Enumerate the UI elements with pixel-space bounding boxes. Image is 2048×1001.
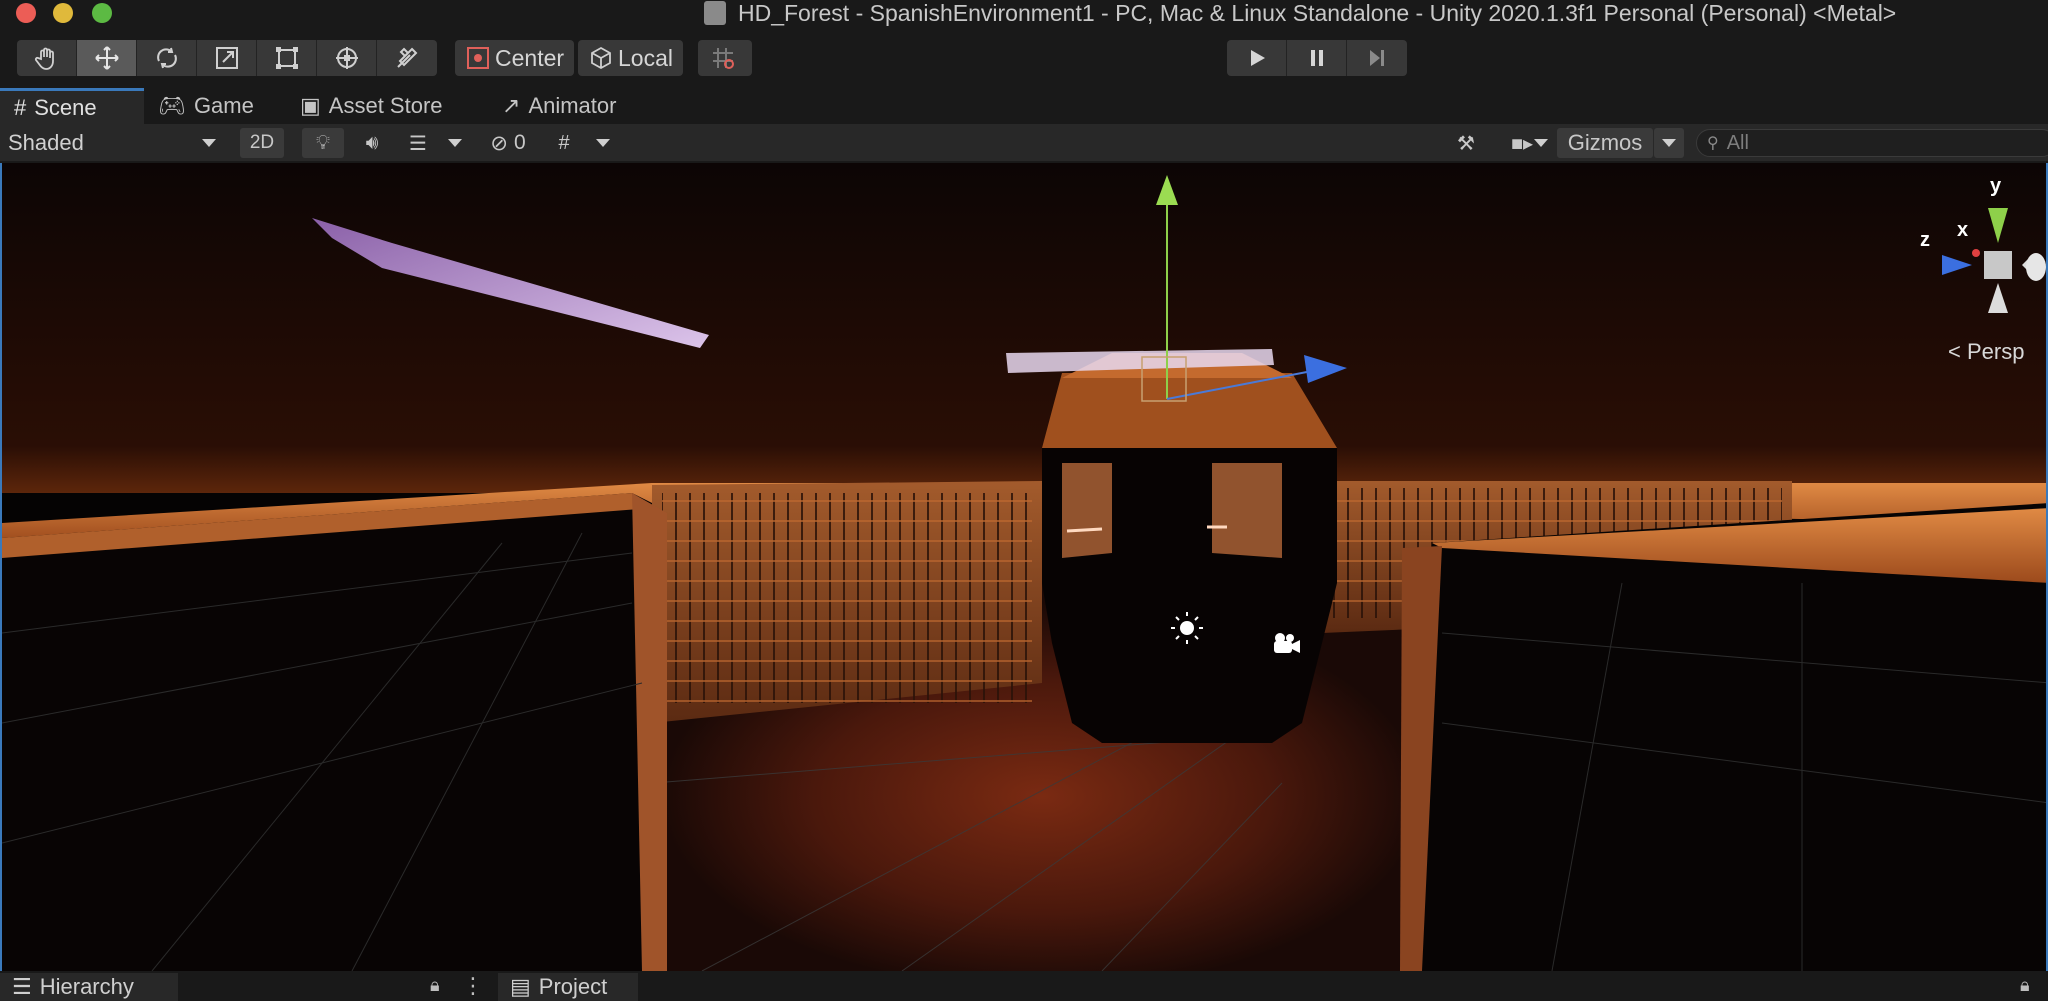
projection-toggle[interactable]: < Persp [1948,339,2024,365]
axis-z-label: z [1920,229,1930,251]
speaker-icon: 🔊︎ [365,131,379,154]
lighting-toggle[interactable]: 💡︎ [302,128,344,158]
scene-toolbar: Shaded 2D 💡︎ 🔊︎ ☰ ⊘ 0 # ⚒ ■▸ Gizmos ⚲ Al… [0,124,2048,162]
view-tabbar: # Scene 🎮︎ Game ▣ Asset Store ↗ Animator [0,88,2048,124]
projection-label: Persp [1966,339,2025,364]
tab-animator[interactable]: ↗ Animator [502,88,616,124]
gizmos-dropdown[interactable] [1654,128,1684,158]
animator-icon: ↗ [502,93,521,118]
gizmos-button[interactable]: Gizmos [1557,128,1653,158]
pivot-label: Center [495,44,565,71]
camera-settings-button[interactable]: ■▸ [1494,128,1550,158]
lightbulb-icon: 💡︎ [316,131,330,154]
tab-label: Animator [528,93,617,118]
list-icon: ☰ [12,974,32,999]
bottom-panels: ☰ Hierarchy 🔒︎ ⋮ ▤ Project 🔒︎ [0,971,2048,1001]
main-toolbar: Center Local [0,28,2048,88]
grid-toggle[interactable]: # [544,128,584,158]
more-menu-icon[interactable]: ⋮ [462,973,484,999]
chevron-down-icon [1534,139,1548,147]
chevron-left-icon: < [1948,339,1961,364]
transform-tools [17,40,437,76]
grid-icon: # [558,131,570,154]
lock-icon[interactable]: 🔒︎ [430,975,440,996]
chevron-down-icon [448,139,462,147]
toggle-2d-label: 2D [249,132,275,153]
play-icon [1250,50,1265,66]
layers-icon: ☰ [409,132,427,155]
tab-asset-store[interactable]: ▣ Asset Store [300,88,443,124]
search-placeholder: All [1726,131,1749,154]
tools-toggle[interactable]: ⚒ [1446,128,1486,158]
scene-search-input[interactable]: ⚲ All [1696,129,2048,157]
window-title: HD_Forest - SpanishEnvironment1 - PC, Ma… [738,0,1897,26]
close-window-button[interactable] [16,3,36,23]
effects-dropdown[interactable] [440,128,470,158]
step-button[interactable] [1347,40,1407,76]
chevron-down-icon [1662,139,1676,147]
cube-icon [591,46,611,70]
scene-render[interactable] [2,163,2048,971]
step-icon [1370,50,1384,66]
rotate-tool-icon[interactable] [137,40,197,76]
tab-game[interactable]: 🎮︎ Game [158,88,254,124]
unity-document-icon [704,1,726,25]
eye-slash-icon: ⊘ [490,131,508,155]
transform-tool-icon[interactable] [317,40,377,76]
grid-snap-icon [713,48,734,69]
tab-scene[interactable]: # Scene [0,88,144,124]
hidden-count: 0 [513,131,526,154]
move-tool-icon[interactable] [77,40,137,76]
project-label: Project [538,974,608,999]
draw-mode-dropdown[interactable]: Shaded [0,128,226,158]
bag-icon: ▣ [300,93,321,118]
hand-tool-icon[interactable] [17,40,77,76]
scale-tool-icon[interactable] [197,40,257,76]
scene-viewport[interactable]: y x z < Persp [0,163,2048,971]
tab-label: Asset Store [328,93,443,118]
pivot-center-button[interactable]: Center [455,40,575,76]
audio-toggle[interactable]: 🔊︎ [352,128,392,158]
title-bar: HD_Forest - SpanishEnvironment1 - PC, Ma… [0,0,2048,28]
play-controls [1227,40,1407,76]
pivot-local-button[interactable]: Local [578,40,683,76]
hierarchy-label: Hierarchy [39,974,134,999]
effects-toggle[interactable]: ☰ [398,128,438,158]
toggle-2d-button[interactable]: 2D [240,128,284,158]
axis-x-label: x [1957,219,1969,241]
pause-button[interactable] [1287,40,1347,76]
tab-project[interactable]: ▤ Project [498,973,638,1001]
maximize-window-button[interactable] [92,3,112,23]
hidden-objects-toggle[interactable]: ⊘ 0 [480,128,536,158]
grid-dropdown[interactable] [588,128,618,158]
tools-icon: ⚒ [1457,132,1475,155]
lock-icon[interactable]: 🔒︎ [2020,975,2030,996]
camera-icon: ■▸ [1510,132,1534,155]
folder-icon: ▤ [510,974,531,999]
pause-icon [1310,50,1323,66]
tab-label: Game [193,93,254,118]
tab-hierarchy[interactable]: ☰ Hierarchy [0,973,178,1001]
play-button[interactable] [1227,40,1287,76]
draw-mode-label: Shaded [8,130,84,155]
custom-tool-icon[interactable] [377,40,437,76]
space-label: Local [618,44,673,71]
chevron-down-icon [596,139,610,147]
gizmos-label: Gizmos [1567,130,1643,155]
grid-icon: # [14,94,27,120]
minimize-window-button[interactable] [53,3,73,23]
grid-snap-button[interactable] [698,40,752,76]
search-icon: ⚲ [1707,135,1719,152]
chevron-down-icon [202,139,216,147]
tab-label: Scene [34,94,97,120]
gamepad-icon: 🎮︎ [158,93,186,118]
axis-y-label: y [1990,175,2002,197]
rect-tool-icon[interactable] [257,40,317,76]
pivot-icon [467,47,489,69]
